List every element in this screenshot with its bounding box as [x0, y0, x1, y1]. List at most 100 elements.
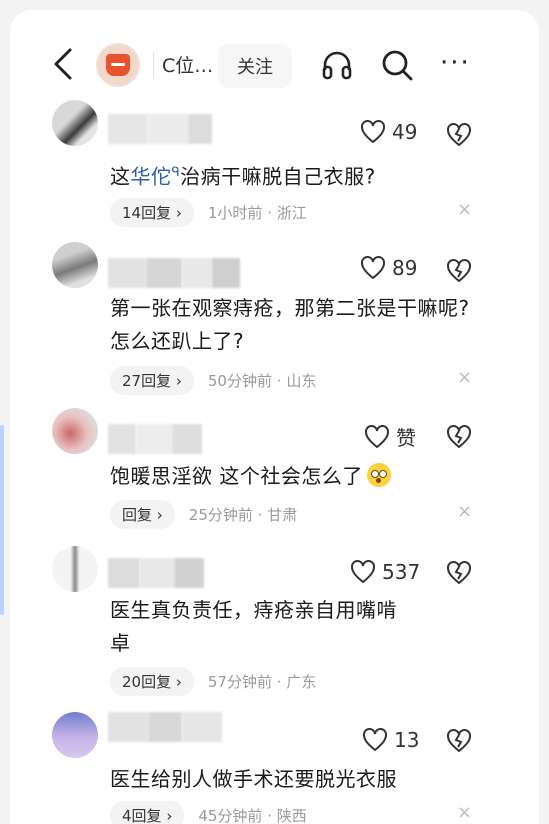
close-icon[interactable]: × [457, 367, 472, 388]
close-icon[interactable]: × [457, 802, 472, 823]
like-count: 537 [382, 560, 421, 584]
text-segment: 卓 [110, 631, 131, 655]
dot-separator: · [267, 806, 272, 824]
chevron-right-icon: › [166, 807, 173, 824]
dot-separator: · [257, 505, 263, 524]
dot-separator: · [276, 672, 282, 691]
blur-block [108, 258, 146, 288]
location: 浙江 [276, 204, 307, 222]
like-button[interactable]: 13 [362, 728, 419, 752]
like-count: 赞 [396, 426, 416, 450]
reply-count-button[interactable]: 回复 › [110, 500, 175, 529]
location: 山东 [286, 372, 317, 390]
avatar[interactable] [52, 712, 98, 758]
comment-meta: 14回复 › 1小时前 · 浙江 [110, 198, 307, 227]
reply-label: 14回复 [122, 204, 172, 222]
like-button[interactable]: 49 [360, 120, 417, 144]
timestamp: 25分钟前 [188, 506, 253, 524]
search-hint-icon[interactable]: ᑫ [172, 165, 181, 180]
like-button[interactable]: 赞 [364, 422, 416, 451]
like-button[interactable]: 89 [360, 256, 417, 280]
reply-count-button[interactable]: 14回复 › [110, 198, 194, 227]
avatar[interactable] [52, 408, 98, 454]
blur-block [108, 712, 148, 742]
chevron-right-icon: › [175, 372, 182, 390]
username-blurred[interactable] [108, 424, 202, 454]
reply-label: 27回复 [122, 372, 172, 390]
like-count: 49 [392, 120, 418, 144]
location: 陕西 [276, 807, 307, 824]
comment-text: 饱暖思淫欲 这个社会怎么了 [110, 460, 480, 493]
timestamp: 50分钟前 [207, 372, 272, 390]
account-name[interactable]: C位… [162, 51, 213, 78]
more-icon[interactable]: ··· [440, 50, 471, 76]
username-blurred[interactable] [108, 258, 240, 288]
close-icon[interactable]: × [457, 501, 472, 522]
comment-meta: 20回复 › 57分钟前 · 广东 [110, 667, 316, 696]
reply-label: 4回复 [122, 807, 162, 824]
reply-label: 20回复 [122, 673, 172, 691]
blur-block [146, 258, 182, 288]
blur-block [140, 558, 174, 588]
divider [153, 53, 154, 79]
comment-text: 医生给别人做手术还要脱光衣服 [110, 767, 397, 791]
linked-term[interactable]: 华佗 [131, 165, 172, 189]
broken-heart-icon[interactable] [446, 122, 472, 148]
reply-count-button[interactable]: 20回复 › [110, 667, 194, 696]
chevron-left-icon[interactable] [50, 44, 78, 84]
broken-heart-icon[interactable] [446, 560, 472, 586]
blur-block [148, 114, 188, 144]
broken-heart-icon[interactable] [446, 728, 472, 754]
heart-icon [365, 424, 389, 448]
astonished-emoji-icon [366, 463, 391, 487]
timestamp: 45分钟前 [198, 807, 263, 824]
heart-icon [361, 120, 385, 144]
broken-heart-icon[interactable] [446, 258, 472, 284]
reply-count-button[interactable]: 27回复 › [110, 366, 194, 395]
chevron-right-icon: › [175, 204, 182, 222]
heart-icon [363, 728, 387, 752]
follow-button[interactable]: 关注 [218, 44, 292, 88]
headphones-icon[interactable] [320, 48, 354, 82]
reply-label: 回复 [122, 506, 153, 524]
text-segment: 饱暖思淫欲 这个社会怎么了 [110, 464, 363, 488]
blur-block [108, 424, 136, 454]
search-icon[interactable] [379, 47, 415, 83]
chevron-right-icon: › [156, 506, 163, 524]
dot-separator: · [267, 203, 272, 222]
text-segment: 医生真负责任，痔疮亲自用嘴啃 [110, 598, 397, 622]
username-blurred[interactable] [108, 114, 212, 144]
text-segment: 这 [110, 164, 131, 189]
blur-block [182, 258, 212, 288]
like-count: 89 [392, 256, 418, 280]
avatar[interactable] [52, 546, 98, 592]
avatar[interactable] [52, 242, 98, 288]
timestamp: 57分钟前 [207, 673, 272, 691]
location: 甘肃 [267, 506, 298, 524]
close-icon[interactable]: × [457, 199, 472, 220]
comment-meta: 27回复 › 50分钟前 · 山东 [110, 366, 316, 395]
blur-block [148, 712, 182, 742]
account-avatar[interactable] [96, 43, 140, 87]
comment-text: 医生真负责任，痔疮亲自用嘴啃卓 [110, 594, 480, 660]
top-bar: C位… 关注 ··· [10, 10, 539, 110]
like-button[interactable]: 537 [350, 560, 420, 584]
blur-block [108, 114, 148, 144]
location: 广东 [286, 673, 317, 691]
blur-block [172, 424, 202, 454]
chevron-right-icon: › [175, 673, 182, 691]
username-blurred[interactable] [108, 558, 204, 588]
reply-count-button[interactable]: 4回复 › [110, 801, 185, 824]
avatar[interactable] [52, 100, 98, 146]
username-blurred[interactable] [108, 712, 222, 742]
comment-text: 第一张在观察痔疮，那第二张是干嘛呢? 怎么还趴上了? [110, 296, 470, 353]
blur-block [188, 114, 212, 144]
blur-block [182, 712, 222, 742]
comment-meta: 回复 › 25分钟前 · 甘肃 [110, 500, 297, 529]
comment-meta: 4回复 › 45分钟前 · 陕西 [110, 801, 307, 824]
like-count: 13 [394, 728, 420, 752]
broken-heart-icon[interactable] [446, 424, 472, 450]
heart-icon [361, 256, 385, 280]
blur-block [174, 558, 204, 588]
account-logo [106, 54, 130, 76]
